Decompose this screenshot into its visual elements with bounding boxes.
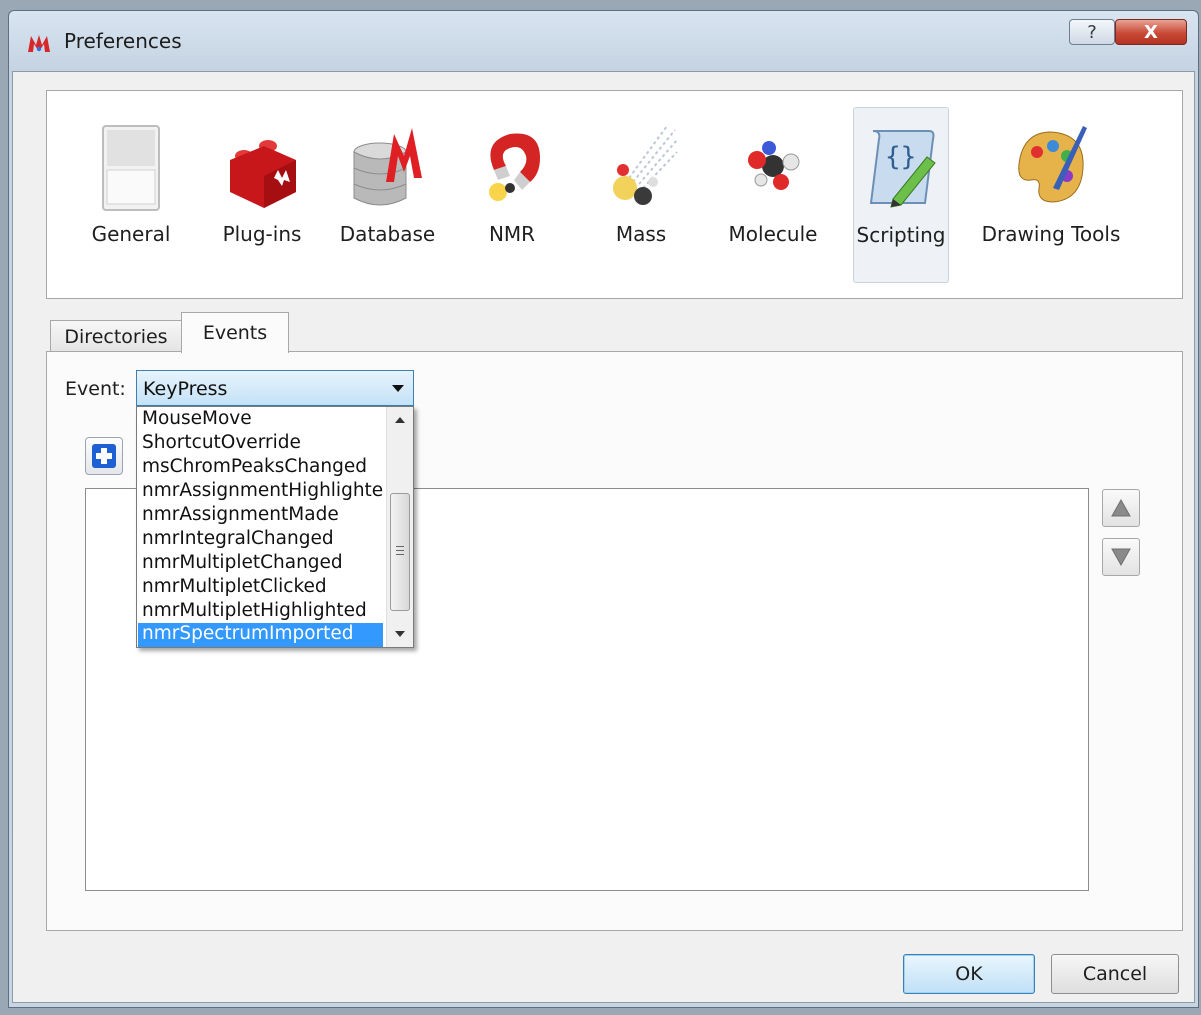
category-label: General (91, 222, 171, 246)
dropdown-option[interactable]: nmrMultipletHighlighted (138, 600, 383, 624)
category-label: Scripting (856, 223, 946, 247)
app-logo-icon (28, 35, 50, 52)
category-scripting[interactable]: {} Scripting (853, 107, 949, 283)
dropdown-option[interactable]: ShortcutOverride (138, 432, 383, 456)
events-tab-panel: Event: KeyPress MouseMove ShortcutOverri… (46, 351, 1183, 931)
dropdown-option[interactable]: nmrAssignmentMade (138, 504, 383, 528)
scroll-thumb[interactable] (390, 493, 410, 611)
category-plug-ins[interactable]: Plug-ins (212, 107, 312, 283)
dropdown-option-selected[interactable]: nmrSpectrumImported (138, 623, 383, 647)
dropdown-scrollbar[interactable] (386, 407, 413, 647)
script-scroll-icon: {} (869, 130, 936, 208)
arrow-down-icon (1111, 548, 1131, 567)
category-label: Plug-ins (222, 222, 302, 246)
event-dropdown-list[interactable]: MouseMove ShortcutOverride msChromPeaksC… (136, 406, 414, 648)
title-bar[interactable]: Preferences ? X (9, 11, 1198, 71)
cancel-label: Cancel (1082, 963, 1148, 985)
chevron-down-icon[interactable] (392, 385, 404, 392)
cancel-button[interactable]: Cancel (1051, 954, 1179, 994)
preferences-dialog: Preferences ? X General Plug-ins Databas… (8, 10, 1199, 1008)
dropdown-option[interactable]: MouseMove (138, 408, 383, 432)
dialog-body: General Plug-ins Database NMR Mass Molec… (12, 71, 1195, 1003)
move-up-button[interactable] (1102, 489, 1140, 527)
scroll-down-icon[interactable] (387, 623, 413, 645)
dropdown-option[interactable]: nmrIntegralChanged (138, 528, 383, 552)
help-icon: ? (1087, 21, 1097, 43)
ok-button[interactable]: OK (903, 954, 1035, 994)
category-drawing-tools[interactable]: Drawing Tools (981, 107, 1121, 283)
close-button[interactable]: X (1115, 19, 1187, 45)
tab-directories[interactable]: Directories (50, 320, 182, 352)
grip-icon (396, 546, 404, 555)
category-label: Database (339, 222, 436, 246)
molecule-icon (748, 141, 800, 190)
dropdown-option[interactable]: nmrMultipletClicked (138, 576, 383, 600)
arrow-up-icon (1111, 498, 1131, 517)
help-button[interactable]: ? (1069, 19, 1115, 45)
switch-icon (102, 125, 160, 211)
tab-events[interactable]: Events (181, 312, 289, 353)
event-combobox[interactable]: KeyPress (136, 370, 414, 406)
category-mass[interactable]: Mass (599, 107, 683, 283)
dropdown-option[interactable]: nmrMultipletChanged (138, 552, 383, 576)
tab-label: Events (202, 322, 268, 344)
dropdown-option[interactable]: msChromPeaksChanged (138, 456, 383, 480)
lego-brick-icon (230, 140, 296, 208)
category-database[interactable]: Database (335, 107, 440, 283)
move-down-button[interactable] (1102, 538, 1140, 576)
category-nmr[interactable]: NMR (472, 107, 552, 283)
add-event-button[interactable] (85, 437, 123, 475)
window-title: Preferences (64, 29, 182, 53)
ion-beam-icon (613, 125, 678, 205)
close-icon: X (1144, 21, 1158, 43)
event-combobox-value: KeyPress (143, 378, 228, 400)
database-icon (353, 128, 422, 206)
paint-palette-icon (1018, 126, 1087, 203)
category-label: Drawing Tools (981, 222, 1121, 246)
dropdown-option[interactable]: nmrAssignmentHighlighted (138, 480, 383, 504)
svg-text:{}: {} (885, 142, 916, 172)
tab-label: Directories (64, 325, 168, 348)
category-label: NMR (488, 222, 536, 246)
category-general[interactable]: General (87, 107, 175, 283)
plus-icon (92, 444, 116, 468)
category-molecule[interactable]: Molecule (721, 107, 825, 283)
magnet-icon (489, 133, 540, 201)
ok-label: OK (955, 963, 983, 985)
category-toolbar: General Plug-ins Database NMR Mass Molec… (46, 90, 1183, 299)
scroll-up-icon[interactable] (387, 409, 413, 431)
category-label: Mass (615, 222, 667, 246)
event-label: Event: (65, 378, 126, 400)
category-label: Molecule (728, 222, 818, 246)
